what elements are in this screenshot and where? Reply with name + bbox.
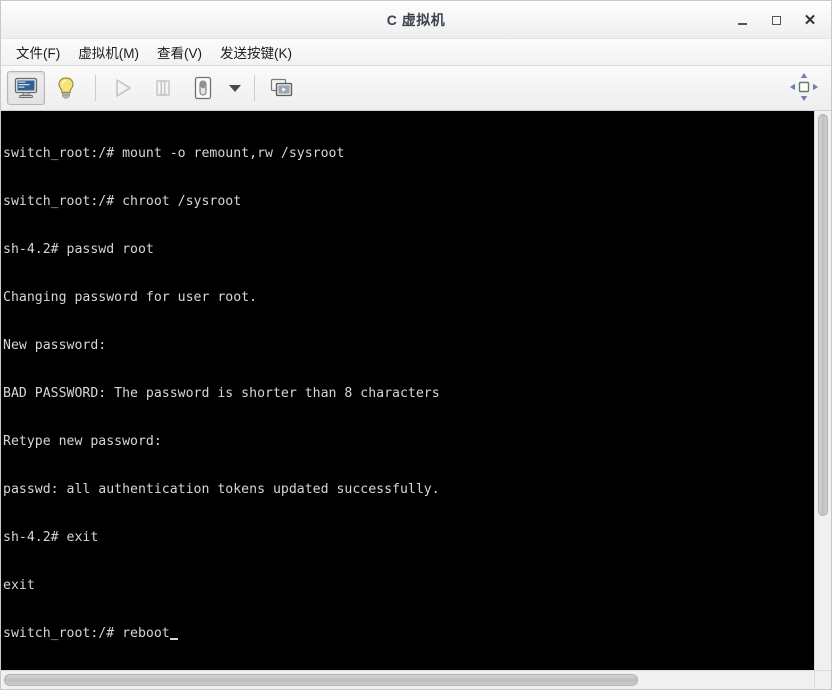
vm-console-window: C 虚拟机 ✕ 文件(F) 虚拟机(M) 查看(V) 发送按键(K) switc… <box>0 0 832 690</box>
toolbar <box>1 66 831 111</box>
lightbulb-icon <box>58 77 74 99</box>
title-bar: C 虚拟机 ✕ <box>1 1 831 39</box>
horizontal-scrollbar-thumb[interactable] <box>4 674 639 686</box>
terminal-line: Changing password for user root. <box>3 290 258 305</box>
terminal-prompt-line: switch_root:/# reboot <box>3 626 814 642</box>
terminal-line: switch_root:/# chroot /sysroot <box>3 194 242 209</box>
monitor-icon <box>14 77 38 98</box>
snapshot-button[interactable] <box>263 71 301 105</box>
horizontal-scrollbar[interactable] <box>1 671 814 689</box>
window-controls: ✕ <box>725 1 827 39</box>
vertical-scrollbar-thumb[interactable] <box>818 114 828 517</box>
shutdown-dropdown[interactable] <box>224 71 246 105</box>
menu-view[interactable]: 查看(V) <box>148 39 211 65</box>
play-icon <box>116 79 131 97</box>
menu-file[interactable]: 文件(F) <box>7 39 69 65</box>
power-icon <box>194 76 212 100</box>
close-icon: ✕ <box>803 11 817 29</box>
pause-button[interactable] <box>144 71 182 105</box>
maximize-icon <box>771 15 781 25</box>
terminal-line: BAD PASSWORD: The password is shorter th… <box>3 386 440 401</box>
minimize-icon <box>737 22 747 25</box>
shutdown-button[interactable] <box>184 71 222 105</box>
terminal-prompt-text: switch_root:/# reboot <box>3 626 170 641</box>
console-area: switch_root:/# mount -o remount,rw /sysr… <box>1 111 831 670</box>
terminal-line: exit <box>3 578 35 593</box>
terminal-line: sh-4.2# passwd root <box>3 242 154 257</box>
maximize-button[interactable] <box>759 5 793 35</box>
fullscreen-icon <box>790 73 818 101</box>
terminal-line: passwd: all authentication tokens update… <box>3 482 440 497</box>
fullscreen-button[interactable] <box>789 72 819 107</box>
window-title: C 虚拟机 <box>386 11 446 28</box>
menu-send-key[interactable]: 发送按键(K) <box>211 39 301 65</box>
minimize-button[interactable] <box>725 5 759 35</box>
vertical-scrollbar[interactable] <box>814 111 831 670</box>
chevron-down-icon <box>229 84 241 92</box>
run-button[interactable] <box>104 71 142 105</box>
console-view-button[interactable] <box>7 71 45 105</box>
menu-virtual-machine[interactable]: 虚拟机(M) <box>69 39 148 65</box>
horizontal-scrollbar-row <box>1 670 831 689</box>
toolbar-separator-1 <box>95 75 96 101</box>
snapshots-icon <box>270 78 293 97</box>
terminal-line: New password: <box>3 338 107 353</box>
vm-terminal[interactable]: switch_root:/# mount -o remount,rw /sysr… <box>1 111 814 670</box>
scrollbar-corner <box>814 671 831 689</box>
menu-bar: 文件(F) 虚拟机(M) 查看(V) 发送按键(K) <box>1 39 831 66</box>
close-button[interactable]: ✕ <box>793 5 827 35</box>
details-view-button[interactable] <box>47 71 85 105</box>
pause-icon <box>156 80 170 96</box>
terminal-cursor <box>169 638 178 640</box>
toolbar-separator-2 <box>254 75 255 101</box>
terminal-line: Retype new password: <box>3 434 162 449</box>
terminal-line: sh-4.2# exit <box>3 530 99 545</box>
terminal-output: switch_root:/# mount -o remount,rw /sysr… <box>1 112 814 670</box>
terminal-line: switch_root:/# mount -o remount,rw /sysr… <box>3 146 345 161</box>
